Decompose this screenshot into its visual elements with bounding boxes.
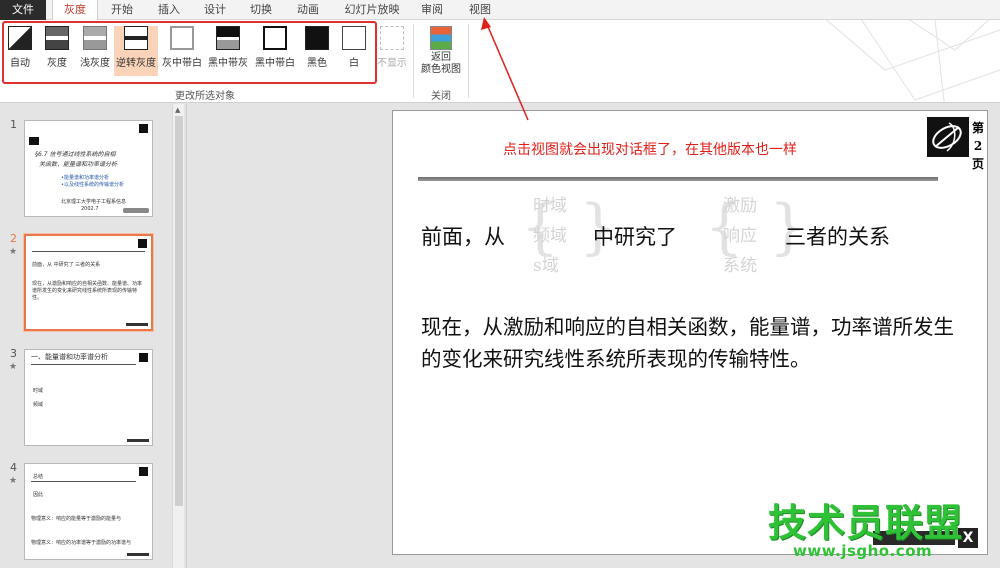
ribbon-background-decoration [825, 20, 1000, 102]
group-label-close: 关闭 [431, 91, 451, 102]
color-view-icon [430, 26, 452, 50]
watermark-url: www.jsgho.com [793, 542, 933, 560]
slide-text-line1-a: 前面，从 [421, 225, 505, 249]
annotation-text: 点击视图就会出现对话框了，在其他版本也一样 [503, 142, 797, 158]
logo-icon [138, 239, 147, 248]
slide-text-line1-c: 三者的关系 [785, 225, 890, 249]
slide-thumbnail-4[interactable]: 总结 因此 物理意义：响应的能量等于激励的能量与 物理意义：响应的功率谱等于激励… [24, 463, 153, 560]
tab-grayscale[interactable]: 灰度 [52, 0, 98, 21]
tab-slideshow[interactable]: 幻灯片放映 [338, 0, 406, 20]
ghost-list-signals: 激励 响应 系统 [723, 196, 757, 276]
animation-star-icon: ★ [9, 476, 18, 486]
dont-show-button[interactable]: 不显示 [374, 26, 410, 76]
slide-thumbnail-panel: 1 §6.7 信号通过线性系统的自相 关函数、能量谱和功率谱分析 •能量谱和功率… [0, 104, 172, 568]
ghost-list-domains: 时域 频域 s域 [533, 196, 567, 276]
slide-canvas[interactable]: 点击视图就会出现对话框了，在其他版本也一样 第 2 页 前面，从 { 时域 频域… [392, 110, 988, 555]
logo-icon [139, 353, 148, 362]
animation-star-icon: ★ [9, 362, 18, 372]
logo-icon [139, 467, 148, 476]
tab-design[interactable]: 设计 [197, 0, 233, 20]
tab-view[interactable]: 视图 [462, 0, 498, 20]
slide-thumbnail-3[interactable]: 一、能量谱和功率谱分析 时域 频域 [24, 349, 153, 446]
tab-transitions[interactable]: 切换 [243, 0, 279, 20]
slide-number: 2 [10, 232, 17, 245]
ribbon-group-separator [413, 24, 414, 98]
animation-star-icon: ★ [9, 247, 18, 257]
page-number-mark: 第 2 页 [971, 121, 984, 171]
group-label-change-selected: 更改所选对象 [175, 91, 235, 102]
slide-thumbnail-1[interactable]: §6.7 信号通过线性系统的自相 关函数、能量谱和功率谱分析 •能量谱和功率谱分… [24, 120, 153, 217]
slide-number: 4 [10, 461, 17, 474]
pane-divider[interactable] [186, 104, 187, 568]
tab-file[interactable]: 文件 [0, 0, 46, 20]
tab-insert[interactable]: 插入 [151, 0, 187, 20]
back-to-color-view-button[interactable]: 返回 颜色视图 [417, 26, 465, 76]
ribbon-tab-bar: 文件 灰度 开始 插入 设计 切换 动画 幻灯片放映 审阅 视图 [0, 0, 1000, 21]
scroll-up-icon[interactable]: ▲ [175, 106, 180, 114]
slide-thumbnail-2[interactable]: 前面，从 中研究了 三者的关系 现在，从激励和响应的自相关函数、能量谱、功率谱所… [23, 233, 154, 332]
tab-review[interactable]: 审阅 [414, 0, 450, 20]
slide-number: 3 [10, 347, 17, 360]
dont-show-icon [380, 26, 404, 50]
scrollbar-thumb[interactable] [175, 116, 183, 506]
logo-icon [139, 124, 148, 133]
ribbon-group-separator [468, 24, 469, 98]
slide-text-line1-b: 中研究了 [593, 225, 677, 249]
university-logo-icon [927, 117, 969, 157]
tab-animations[interactable]: 动画 [290, 0, 326, 20]
title-rule [418, 177, 938, 181]
slide-paragraph: 现在，从激励和响应的自相关函数，能量谱，功率谱所发生的变化来研究线性系统所表现的… [421, 315, 954, 371]
watermark-brand: 技术员联盟 [768, 501, 964, 545]
red-highlight-box [2, 21, 377, 84]
logo-icon [29, 137, 39, 145]
tab-home[interactable]: 开始 [104, 0, 140, 20]
panel-scrollbar[interactable]: ▲ [172, 104, 184, 568]
slide-number: 1 [10, 118, 17, 131]
